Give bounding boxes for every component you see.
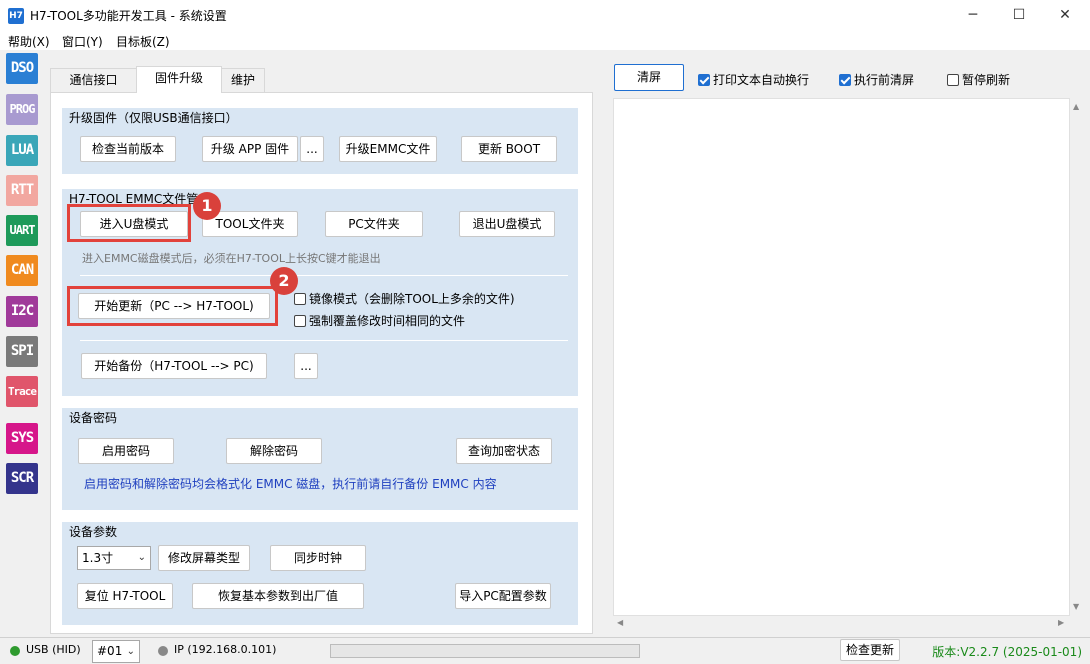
query-encryption-button[interactable]: 查询加密状态 [456, 438, 552, 464]
device-id-value: #01 [97, 644, 123, 658]
clear-before-exec-box[interactable] [839, 74, 851, 86]
backup-browse-button[interactable]: ... [294, 353, 318, 379]
usb-status-dot [10, 646, 20, 656]
enable-password-button[interactable]: 启用密码 [78, 438, 174, 464]
upgrade-group: 升级固件（仅限USB通信接口） 检查当前版本 升级 APP 固件 ... 升级E… [62, 108, 578, 174]
sidebar-dso-button[interactable]: DSO [6, 53, 38, 84]
sidebar-trace-button[interactable]: Trace [6, 376, 38, 407]
window-title: H7-TOOL多功能开发工具 - 系统设置 [30, 9, 227, 23]
minimize-button[interactable]: ─ [950, 0, 996, 30]
emmc-separator-2 [80, 340, 568, 341]
step-badge-1: 1 [193, 192, 221, 220]
sidebar-uart-button[interactable]: UART [6, 215, 38, 246]
tab-maintenance[interactable]: 维护 [221, 68, 265, 92]
scroll-down-icon[interactable]: ▼ [1073, 602, 1079, 611]
password-group-title: 设备密码 [69, 411, 118, 425]
screen-size-select[interactable]: 1.3寸 ⌄ [77, 546, 151, 570]
update-boot-button[interactable]: 更新 BOOT [461, 136, 557, 162]
chevron-down-icon: ⌄ [126, 646, 135, 657]
upgrade-app-button[interactable]: 升级 APP 固件 [202, 136, 298, 162]
maximize-button[interactable]: ☐ [996, 0, 1042, 30]
start-backup-button[interactable]: 开始备份（H7-TOOL --> PC) [81, 353, 267, 379]
progress-bar [330, 644, 640, 658]
disable-password-button[interactable]: 解除密码 [226, 438, 322, 464]
scroll-left-icon[interactable]: ◀ [617, 618, 623, 627]
pause-refresh-checkbox[interactable]: 暂停刷新 [947, 71, 1010, 88]
emmc-exit-hint: 进入EMMC磁盘模式后，必须在H7-TOOL上长按C键才能退出 [82, 252, 381, 265]
pause-refresh-label: 暂停刷新 [962, 73, 1011, 87]
check-update-button[interactable]: 检查更新 [840, 639, 900, 661]
device-id-select[interactable]: #01 ⌄ [92, 640, 140, 663]
sidebar-prog-button[interactable]: PROG [6, 94, 38, 125]
step-badge-2: 2 [270, 267, 298, 295]
upgrade-emmc-button[interactable]: 升级EMMC文件 [339, 136, 437, 162]
sidebar-scr-button[interactable]: SCR [6, 463, 38, 494]
chevron-down-icon: ⌄ [137, 552, 146, 563]
clear-screen-button[interactable]: 清屏 [614, 64, 684, 91]
sidebar-sys-button[interactable]: SYS [6, 423, 38, 454]
params-group: 设备参数 1.3寸 ⌄ 修改屏幕类型 同步时钟 复位 H7-TOOL 恢复基本参… [62, 522, 578, 625]
reset-tool-button[interactable]: 复位 H7-TOOL [77, 583, 173, 609]
sidebar-can-button[interactable]: CAN [6, 255, 38, 286]
usb-status-label: USB (HID) [26, 643, 81, 656]
highlight-box-2 [67, 286, 278, 326]
menu-window[interactable]: 窗口(Y) [62, 33, 103, 50]
ip-status-label: IP (192.168.0.101) [174, 643, 277, 656]
check-version-button[interactable]: 检查当前版本 [80, 136, 176, 162]
close-button[interactable]: ✕ [1042, 0, 1088, 30]
auto-wrap-checkbox[interactable]: 打印文本自动换行 [698, 71, 809, 88]
clear-before-exec-label: 执行前清屏 [854, 73, 915, 87]
params-group-title: 设备参数 [69, 525, 118, 539]
version-label: 版本:V2.2.7 (2025-01-01) [932, 645, 1082, 659]
sidebar-i2c-button[interactable]: I2C [6, 296, 38, 327]
ip-status-dot [158, 646, 168, 656]
force-overwrite-box[interactable] [294, 315, 306, 327]
mirror-mode-box[interactable] [294, 293, 306, 305]
tab-firmware-upgrade[interactable]: 固件升级 [136, 66, 222, 93]
menu-bar: 帮助(X) 窗口(Y) 目标板(Z) [0, 32, 1090, 50]
log-output-area[interactable] [613, 98, 1070, 616]
emmc-separator-1 [80, 275, 568, 276]
import-pc-config-button[interactable]: 导入PC配置参数 [455, 583, 551, 609]
sidebar-spi-button[interactable]: SPI [6, 336, 38, 367]
pause-refresh-box[interactable] [947, 74, 959, 86]
log-horizontal-scrollbar[interactable]: ◀ ▶ [613, 616, 1070, 630]
status-bar: USB (HID) #01 ⌄ IP (192.168.0.101) 检查更新 … [0, 637, 1090, 664]
mirror-mode-checkbox[interactable]: 镜像模式（会删除TOOL上多余的文件) [294, 290, 515, 307]
log-vertical-scrollbar[interactable]: ▲ ▼ [1070, 98, 1084, 616]
sidebar-lua-button[interactable]: LUA [6, 135, 38, 166]
force-overwrite-checkbox[interactable]: 强制覆盖修改时间相同的文件 [294, 312, 465, 329]
menu-target-board[interactable]: 目标板(Z) [116, 33, 170, 50]
auto-wrap-label: 打印文本自动换行 [713, 73, 810, 87]
sidebar-rtt-button[interactable]: RTT [6, 175, 38, 206]
auto-wrap-box[interactable] [698, 74, 710, 86]
upgrade-group-title: 升级固件（仅限USB通信接口） [69, 111, 238, 125]
password-warning-note: 启用密码和解除密码均会格式化 EMMC 磁盘，执行前请自行备份 EMMC 内容 [84, 477, 497, 491]
force-overwrite-label: 强制覆盖修改时间相同的文件 [309, 314, 466, 328]
menu-help[interactable]: 帮助(X) [8, 33, 50, 50]
password-group: 设备密码 启用密码 解除密码 查询加密状态 启用密码和解除密码均会格式化 EMM… [62, 408, 578, 510]
title-bar: H7 H7-TOOL多功能开发工具 - 系统设置 ─ ☐ ✕ [0, 0, 1090, 32]
sync-clock-button[interactable]: 同步时钟 [270, 545, 366, 571]
scroll-up-icon[interactable]: ▲ [1073, 102, 1079, 111]
restore-factory-button[interactable]: 恢复基本参数到出厂值 [192, 583, 364, 609]
highlight-box-1 [67, 204, 191, 242]
upgrade-app-browse-button[interactable]: ... [300, 136, 324, 162]
scroll-right-icon[interactable]: ▶ [1058, 618, 1064, 627]
pc-folder-button[interactable]: PC文件夹 [325, 211, 423, 237]
clear-before-exec-checkbox[interactable]: 执行前清屏 [839, 71, 914, 88]
tab-comm-interface[interactable]: 通信接口 [50, 68, 137, 92]
change-screen-type-button[interactable]: 修改屏幕类型 [158, 545, 250, 571]
app-icon: H7 [8, 8, 24, 24]
exit-udisk-button[interactable]: 退出U盘模式 [459, 211, 555, 237]
screen-size-value: 1.3寸 [82, 551, 114, 565]
mirror-mode-label: 镜像模式（会删除TOOL上多余的文件) [309, 292, 515, 306]
